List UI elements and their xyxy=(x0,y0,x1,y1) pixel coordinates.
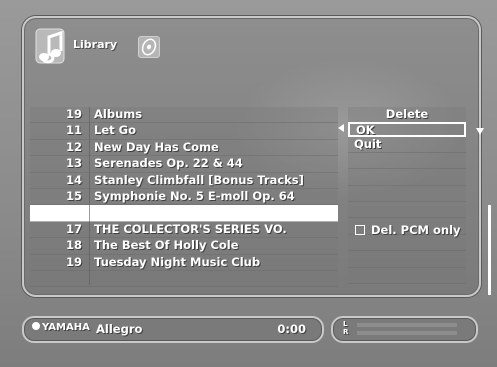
list-item-title: New Day Has Come xyxy=(94,139,219,154)
del-pcm-only-option[interactable]: Del. PCM only xyxy=(355,223,461,237)
track-list: 19 Albums 11 Let Go 12 New Day Has Come … xyxy=(30,107,338,288)
list-item[interactable]: 11 Let Go xyxy=(30,123,338,140)
list-item-number: 15 xyxy=(65,188,82,203)
list-item-number: 17 xyxy=(65,221,82,236)
menu-blank-row xyxy=(348,169,466,186)
list-item-number: 12 xyxy=(65,139,82,154)
list-item[interactable]: 19 Tuesday Night Music Club xyxy=(30,254,338,271)
list-item-title: Serenades Op. 22 & 44 xyxy=(94,156,243,171)
menu-blank-row xyxy=(348,185,466,202)
menu-blank-row xyxy=(348,201,466,219)
checkbox-icon[interactable] xyxy=(355,224,365,235)
list-item-number: 13 xyxy=(65,156,82,171)
list-item-number: 18 xyxy=(65,238,82,253)
list-item-title: THE COLLECTOR'S SERIES VO. xyxy=(94,221,287,236)
disc-icon xyxy=(138,36,160,58)
list-item-title: The Best Of Holly Cole xyxy=(94,238,239,253)
menu-header: Delete xyxy=(348,107,466,122)
brand-name: YAMAHA xyxy=(42,322,90,333)
menu-blank-row xyxy=(348,152,466,170)
list-item-number: 19 xyxy=(65,254,82,269)
ok-button[interactable]: OK xyxy=(348,122,466,138)
list-item[interactable]: 17 THE COLLECTOR'S SERIES VO. xyxy=(30,221,338,239)
now-playing-title: Allegro xyxy=(96,322,143,336)
menu-blank-row xyxy=(348,234,466,252)
right-channel-label: R xyxy=(343,328,349,336)
list-item-title: Albums xyxy=(94,107,143,121)
list-item[interactable]: 19 Albums xyxy=(30,107,338,124)
list-item[interactable]: 12 New Day Has Come xyxy=(30,139,338,157)
right-level-bar xyxy=(357,331,457,335)
brand-logo: YAMAHA xyxy=(32,322,90,333)
list-item-title: Let Go xyxy=(94,123,136,138)
yamaha-logo-icon xyxy=(32,322,40,330)
scrollbar[interactable] xyxy=(488,205,491,295)
playback-time: 0:00 xyxy=(277,322,306,336)
list-item[interactable]: 18 The Best Of Holly Cole xyxy=(30,238,338,255)
page-title: Library xyxy=(73,38,118,51)
screen: Library 19 Albums 11 Let Go 12 New Day H… xyxy=(0,0,497,367)
quit-button[interactable]: Quit xyxy=(348,137,466,153)
left-arrow-icon xyxy=(338,124,344,132)
list-item-title: Tuesday Night Music Club xyxy=(94,254,261,269)
level-channel-labels: L R xyxy=(343,320,348,336)
list-item-selected[interactable] xyxy=(30,205,338,222)
list-item[interactable]: 14 Stanley Climbfall [Bonus Tracks] xyxy=(30,172,338,189)
level-meter: L R xyxy=(331,316,478,343)
menu-blank-row xyxy=(348,251,466,268)
left-channel-label: L xyxy=(343,320,348,328)
list-item[interactable]: 13 Serenades Op. 22 & 44 xyxy=(30,156,338,173)
list-item-number: 19 xyxy=(65,107,82,121)
list-item[interactable]: 15 Symphonie No. 5 E-moll Op. 64 xyxy=(30,188,338,206)
menu-blank-row xyxy=(348,267,466,284)
list-item-number: 11 xyxy=(65,123,82,138)
list-item-number: 14 xyxy=(65,172,82,187)
delete-menu: Delete OK Quit xyxy=(348,107,466,284)
list-item-title: Stanley Climbfall [Bonus Tracks] xyxy=(94,172,304,187)
music-note-icon xyxy=(33,23,69,69)
left-level-bar xyxy=(357,323,457,327)
down-arrow-icon[interactable] xyxy=(476,128,484,135)
checkbox-label: Del. PCM only xyxy=(371,223,461,237)
list-item-title: Symphonie No. 5 E-moll Op. 64 xyxy=(94,188,295,203)
status-bar: YAMAHA Allegro 0:00 xyxy=(22,316,324,343)
column-divider xyxy=(89,107,90,285)
list-item-empty xyxy=(30,270,338,288)
